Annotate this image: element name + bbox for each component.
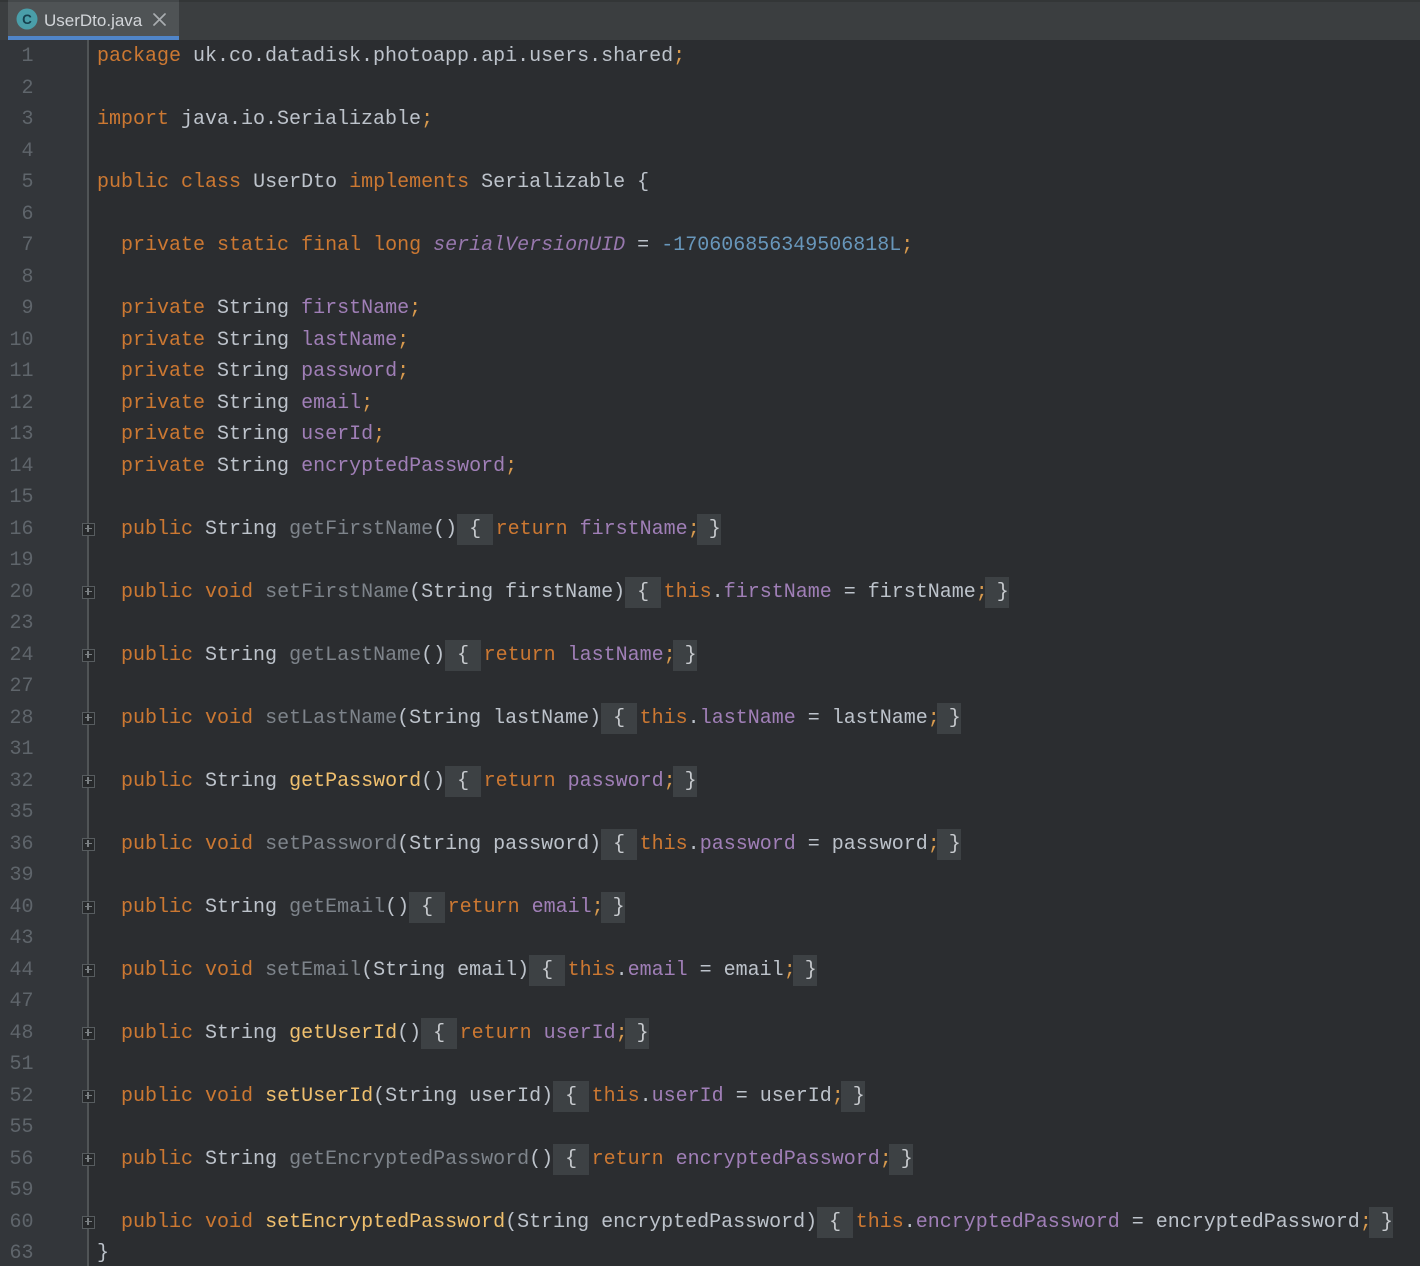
svg-text:C: C: [22, 12, 32, 27]
